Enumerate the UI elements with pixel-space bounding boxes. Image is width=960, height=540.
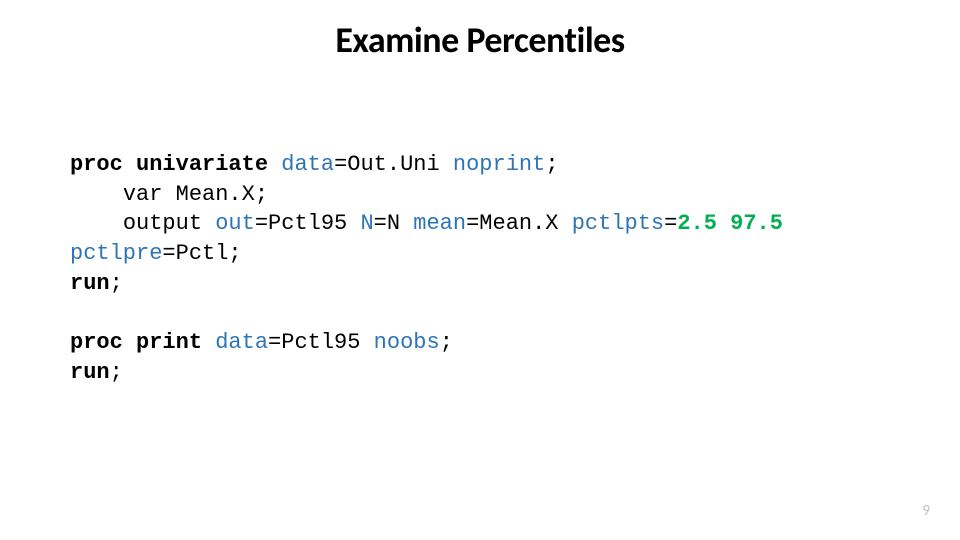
pctlpts-val1: 2.5 — [677, 211, 717, 236]
mean-option: mean — [413, 211, 466, 236]
semi4: ; — [110, 360, 123, 385]
proc-kw: proc — [70, 152, 123, 177]
var-stmt: var — [123, 182, 163, 207]
eq7: = — [268, 330, 281, 355]
data-option-2: data — [215, 330, 268, 355]
code-block: proc univariate data=Out.Uni noprint; va… — [70, 150, 920, 388]
run-kw: run — [70, 271, 110, 296]
slide: Examine Percentiles proc univariate data… — [0, 0, 960, 540]
dataset-outuni: Out.Uni — [347, 152, 439, 177]
pctlpts-option: pctlpts — [572, 211, 664, 236]
univariate-kw: univariate — [136, 152, 268, 177]
n-val: N — [387, 211, 400, 236]
eq: = — [334, 152, 347, 177]
out-dataset: Pctl95 — [268, 211, 347, 236]
out-option: out — [215, 211, 255, 236]
n-option: N — [360, 211, 373, 236]
eq2: = — [255, 211, 268, 236]
eq3: = — [374, 211, 387, 236]
var-name: Mean.X; — [176, 182, 268, 207]
page-number: 9 — [922, 502, 930, 520]
semi3: ; — [440, 330, 453, 355]
semi2: ; — [110, 271, 123, 296]
pctlpre-option: pctlpre — [70, 241, 162, 266]
proc-kw-2: proc — [70, 330, 123, 355]
eq6: = — [162, 241, 175, 266]
eq5: = — [664, 211, 677, 236]
slide-title: Examine Percentiles — [0, 18, 960, 62]
noobs-option: noobs — [374, 330, 440, 355]
pctlpre-val: Pctl; — [176, 241, 242, 266]
print-kw: print — [136, 330, 202, 355]
output-stmt: output — [123, 211, 202, 236]
mean-val: Mean.X — [479, 211, 558, 236]
data-option: data — [281, 152, 334, 177]
print-dataset: Pctl95 — [281, 330, 360, 355]
semi: ; — [545, 152, 558, 177]
pctlpts-val2: 97.5 — [730, 211, 783, 236]
eq4: = — [466, 211, 479, 236]
noprint-option: noprint — [453, 152, 545, 177]
run-kw-2: run — [70, 360, 110, 385]
